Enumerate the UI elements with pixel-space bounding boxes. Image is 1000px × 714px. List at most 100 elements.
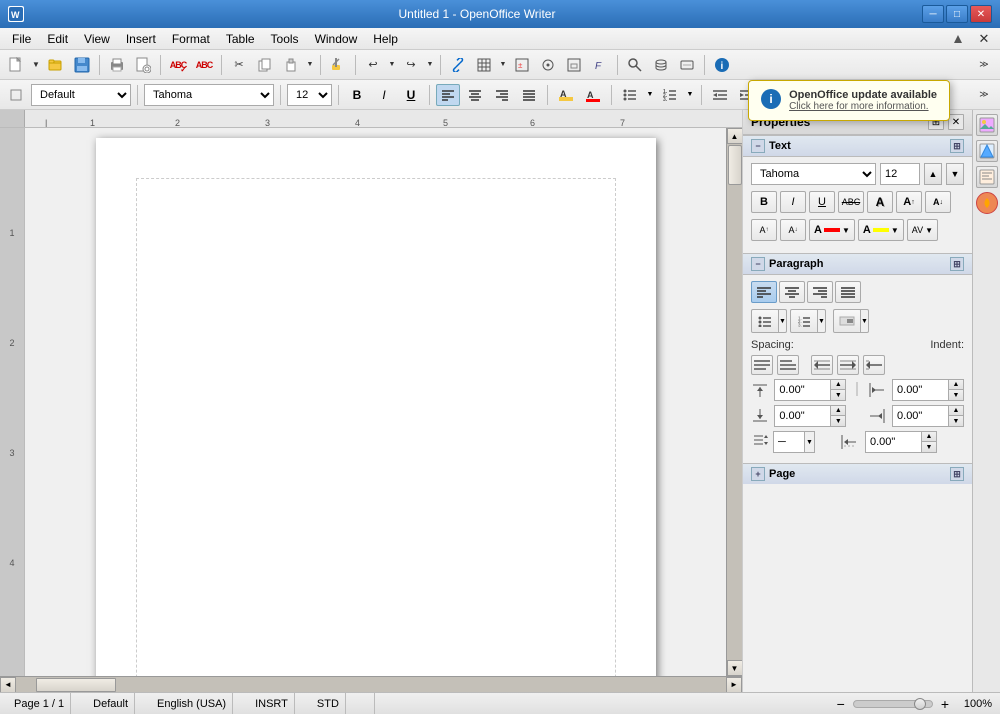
text-shrink-btn[interactable]: A↓: [925, 191, 951, 213]
text-grow-btn[interactable]: A↑: [896, 191, 922, 213]
insert-mode[interactable]: INSRT: [249, 693, 295, 714]
para-align-center[interactable]: [779, 281, 805, 303]
right-indent-input[interactable]: [893, 406, 948, 426]
text-strikethrough-btn[interactable]: ABC: [838, 191, 864, 213]
redo-btn[interactable]: ↪: [399, 53, 423, 77]
unordered-list-dropdown[interactable]: ▼: [778, 310, 786, 332]
font-size-down[interactable]: ▼: [946, 163, 964, 185]
menu-insert[interactable]: Insert: [118, 30, 164, 48]
page-section-header[interactable]: + Page ⊞: [743, 463, 972, 484]
first-line-indent-input[interactable]: [866, 432, 921, 452]
hyperlink-btn[interactable]: [446, 53, 470, 77]
notification-link[interactable]: Click here for more information.: [789, 101, 937, 112]
page-section-options[interactable]: ⊞: [950, 467, 964, 481]
properties-close-btn[interactable]: ✕: [948, 114, 964, 130]
indent-dropdown[interactable]: ▼: [860, 310, 868, 332]
para-below-spacing-icon[interactable]: [777, 355, 799, 375]
para-right-indent-icon[interactable]: [837, 355, 859, 375]
text-bold-btn[interactable]: B: [751, 191, 777, 213]
new-dropdown-btn[interactable]: ▼: [30, 53, 42, 77]
text-superscript-btn[interactable]: A↑: [751, 219, 777, 241]
props-font-dropdown[interactable]: Tahoma: [751, 163, 876, 185]
autocorrect-btn[interactable]: ABC: [192, 53, 216, 77]
font-name-dropdown[interactable]: Tahoma: [144, 84, 274, 106]
align-right-button[interactable]: [490, 84, 514, 106]
text-shadow-btn[interactable]: A: [867, 191, 893, 213]
italic-button[interactable]: I: [372, 84, 396, 106]
bold-button[interactable]: B: [345, 84, 369, 106]
align-center-button[interactable]: [463, 84, 487, 106]
above-spacing-input[interactable]: [775, 380, 830, 400]
find-btn[interactable]: [623, 53, 647, 77]
redo-dropdown-btn[interactable]: ▼: [425, 53, 435, 77]
justify-button[interactable]: [517, 84, 541, 106]
menu-format[interactable]: Format: [164, 30, 218, 48]
show-changes-btn[interactable]: ±: [510, 53, 534, 77]
props-font-size[interactable]: [880, 163, 920, 185]
ordered-list-dropdown[interactable]: ▼: [817, 310, 825, 332]
scroll-up-btn[interactable]: ▲: [727, 128, 743, 144]
above-spacing-up[interactable]: ▲: [831, 380, 845, 390]
zoom-out-btn[interactable]: −: [837, 696, 845, 712]
below-spacing-input[interactable]: [775, 406, 830, 426]
gallery-btn[interactable]: [976, 114, 998, 136]
para-left-indent-icon[interactable]: [811, 355, 833, 375]
below-spacing-up[interactable]: ▲: [831, 406, 845, 416]
paragraph-style-dropdown[interactable]: Default: [31, 84, 131, 106]
list-dropdown-btn[interactable]: ▼: [645, 84, 655, 106]
increase-indent-btn[interactable]: [708, 84, 732, 106]
horizontal-scrollbar[interactable]: ◄ ►: [0, 676, 742, 692]
fmt-overflow[interactable]: ≫: [972, 83, 996, 107]
menu-file[interactable]: File: [4, 30, 39, 48]
paste-dropdown-btn[interactable]: ▼: [305, 53, 315, 77]
text-section-options[interactable]: ⊞: [950, 139, 964, 153]
hscroll-thumb[interactable]: [36, 678, 116, 692]
vertical-scrollbar[interactable]: ▲ ▼: [726, 128, 742, 676]
copy-btn[interactable]: [253, 53, 277, 77]
cut-btn[interactable]: ✂: [227, 53, 251, 77]
para-ordered-list[interactable]: 1.2.3.: [791, 310, 817, 332]
char-color-btn[interactable]: A: [581, 84, 605, 106]
minimize-button[interactable]: ─: [922, 5, 944, 23]
fontwork-btn[interactable]: F: [588, 53, 612, 77]
print-btn[interactable]: [105, 53, 129, 77]
first-line-indent-up[interactable]: ▲: [922, 432, 936, 442]
frame-btn[interactable]: [562, 53, 586, 77]
menu-edit[interactable]: Edit: [39, 30, 76, 48]
styles-btn[interactable]: [976, 166, 998, 188]
text-underline-btn[interactable]: U: [809, 191, 835, 213]
line-spacing-type-dropdown[interactable]: ▼: [804, 432, 814, 452]
hscroll-track[interactable]: [16, 677, 726, 692]
right-indent-down[interactable]: ▼: [949, 416, 963, 426]
scroll-thumb[interactable]: [728, 145, 742, 185]
close-button[interactable]: ✕: [970, 5, 992, 23]
text-italic-btn[interactable]: I: [780, 191, 806, 213]
para-align-right[interactable]: [807, 281, 833, 303]
ordered-list-dropdown-btn[interactable]: ▼: [685, 84, 695, 106]
toolbar-extra-btn[interactable]: [946, 27, 970, 51]
text-section-expand[interactable]: −: [751, 139, 765, 153]
para-section-options[interactable]: ⊞: [950, 257, 964, 271]
text-subscript-btn[interactable]: A↓: [780, 219, 806, 241]
table-btn[interactable]: [472, 53, 496, 77]
left-indent-input[interactable]: [893, 380, 948, 400]
hscroll-right-btn[interactable]: ►: [726, 677, 742, 693]
zoom-in-btn[interactable]: +: [941, 696, 949, 712]
datasources-btn[interactable]: [649, 53, 673, 77]
forms-btn[interactable]: [675, 53, 699, 77]
document-scroll[interactable]: [25, 128, 726, 676]
hscroll-left-btn[interactable]: ◄: [0, 677, 16, 693]
navigator-side-btn[interactable]: [976, 140, 998, 162]
zoom-slider[interactable]: [853, 700, 933, 708]
text-color-btn[interactable]: A ▼: [809, 219, 855, 241]
align-left-button[interactable]: [436, 84, 460, 106]
menu-window[interactable]: Window: [307, 30, 366, 48]
close-doc-btn[interactable]: ✕: [972, 27, 996, 51]
para-section-expand[interactable]: −: [751, 257, 765, 271]
undo-btn[interactable]: ↩: [361, 53, 385, 77]
left-indent-up[interactable]: ▲: [949, 380, 963, 390]
para-first-line-indent-icon[interactable]: [863, 355, 885, 375]
document-page[interactable]: [96, 138, 656, 676]
navigator-btn[interactable]: [536, 53, 560, 77]
spell-btn[interactable]: ABC✓: [166, 53, 190, 77]
